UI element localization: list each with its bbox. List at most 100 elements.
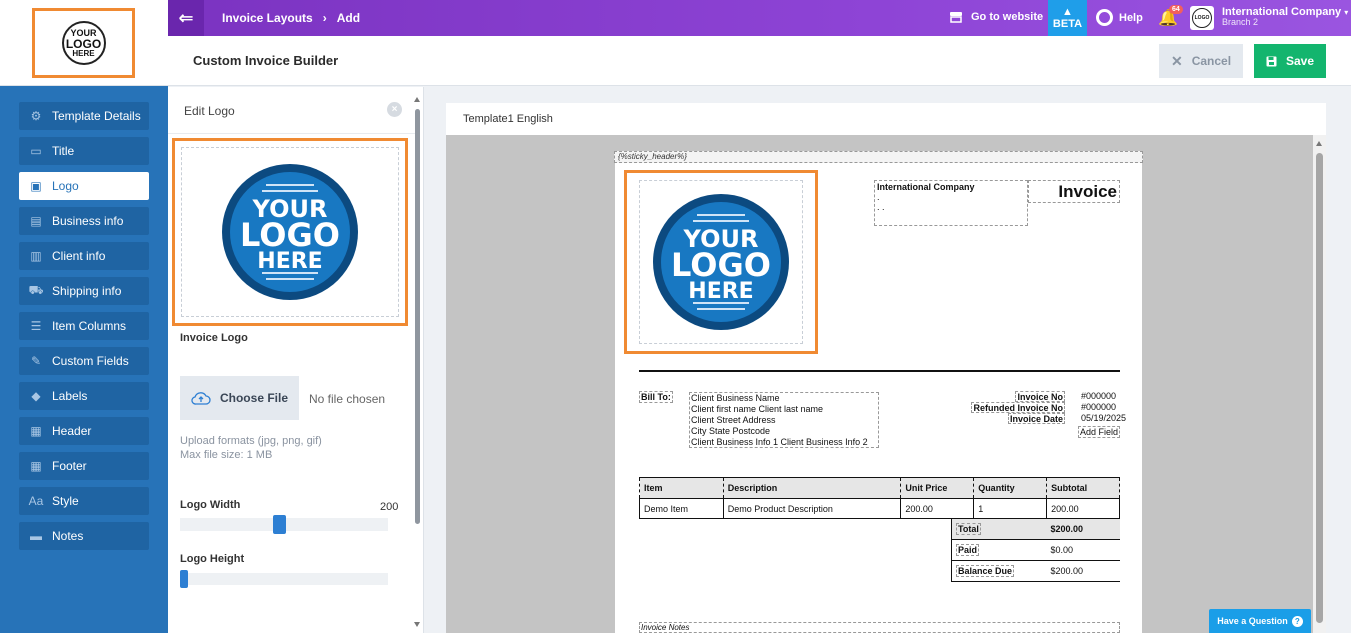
go-to-website-link[interactable]: Go to website [949, 11, 1043, 23]
help-label: Help [1119, 11, 1143, 24]
top-bar: ⇐ Invoice Layouts › Add Go to website ▲ … [168, 0, 1351, 36]
close-panel-icon[interactable]: × [387, 102, 402, 117]
edit-logo-panel: Edit Logo × YOUR LOGO HERE Invoice Logo … [168, 87, 424, 633]
sidebar-item-label: Item Columns [52, 319, 127, 333]
column-header[interactable]: Item [639, 477, 724, 499]
preview-canvas: {%sticky_header%} YOUR LOGO HERE Interna… [446, 135, 1326, 633]
totals-value: $0.00 [1046, 539, 1120, 561]
sidebar-item-style[interactable]: Aa Style [19, 487, 149, 515]
template-preview: Template1 English {%sticky_header%} YOUR… [446, 103, 1326, 633]
company-avatar[interactable]: LOGO [1190, 6, 1214, 30]
logo-image: YOUR LOGO HERE [61, 21, 106, 65]
sidebar-item-logo[interactable]: ▣ Logo [19, 172, 149, 200]
choose-file-button[interactable]: Choose File [180, 376, 299, 420]
business-info-block[interactable]: International Company . . . [874, 180, 1028, 226]
lifebuoy-icon [1096, 9, 1113, 26]
client-line: City State Postcode [691, 426, 771, 436]
help-button[interactable]: Help [1096, 9, 1143, 26]
totals-label[interactable]: Total [956, 523, 981, 535]
invoice-logo-block[interactable]: YOUR LOGO HERE [624, 170, 818, 354]
sidebar-item-labels[interactable]: ◆ Labels [19, 382, 149, 410]
have-a-question-button[interactable]: Have a Question ? [1209, 609, 1311, 633]
meta-label[interactable]: Invoice No [1015, 391, 1065, 402]
image-icon: ▣ [30, 179, 42, 193]
question-mark-icon: ? [1291, 615, 1303, 627]
add-field-button[interactable]: Add Field [1077, 426, 1120, 438]
storefront-icon [950, 12, 962, 23]
totals-value: $200.00 [1046, 560, 1120, 582]
choose-file-label: Choose File [219, 391, 288, 405]
app-logo[interactable]: YOUR LOGO HERE [32, 8, 135, 78]
items-table: Item Description Unit Price Quantity Subtota… [639, 477, 1120, 519]
table-cell: 1 [973, 498, 1048, 519]
logo-width-value: 200 [380, 501, 399, 513]
column-header[interactable]: Quantity [973, 477, 1048, 499]
save-button[interactable]: Save [1254, 44, 1326, 78]
sidebar-item-template-details[interactable]: ⚙ Template Details [19, 102, 149, 130]
invoice-logo-label: Invoice Logo [180, 332, 248, 344]
table-row: Demo Item Demo Product Description 200.00 1… [639, 498, 1120, 519]
meta-label[interactable]: Refunded Invoice No [971, 402, 1065, 413]
logo-width-slider-handle[interactable] [273, 515, 286, 534]
bill-to-label[interactable]: Bill To: [639, 391, 673, 403]
column-header[interactable]: Subtotal [1046, 477, 1120, 499]
branch-name: Branch 2 [1222, 17, 1259, 28]
logo-height-slider-handle[interactable] [180, 570, 188, 588]
svg-text:HERE: HERE [257, 249, 322, 274]
file-status: No file chosen [309, 392, 386, 406]
sidebar-item-footer[interactable]: ▦ Footer [19, 452, 149, 480]
company-switcher[interactable]: International Company ▾ Branch 2 [1222, 6, 1348, 28]
header-rule [639, 370, 1120, 372]
sidebar-item-notes[interactable]: ▬ Notes [19, 522, 149, 550]
totals-row: Paid $0.00 [951, 539, 1120, 561]
table-cell: Demo Product Description [722, 498, 902, 519]
window-icon: ▭ [30, 144, 42, 158]
template-title: Template1 English [463, 113, 553, 125]
id-card-icon: ▥ [30, 249, 42, 263]
sidebar-item-shipping-info[interactable]: ⛟ Shipping info [19, 277, 149, 305]
logo-width-slider[interactable] [180, 515, 388, 534]
cancel-button[interactable]: ✕ Cancel [1159, 44, 1243, 78]
upload-hint: Upload formats (jpg, png, gif) Max file … [180, 434, 322, 462]
chat-icon: ▬ [30, 529, 42, 543]
scrollbar-thumb[interactable] [415, 109, 420, 524]
canvas-scrollbar[interactable] [1313, 135, 1326, 633]
logo-width-label: Logo Width [180, 499, 241, 511]
sidebar-item-item-columns[interactable]: ☰ Item Columns [19, 312, 149, 340]
sidebar-item-custom-fields[interactable]: ✎ Custom Fields [19, 347, 149, 375]
client-line: Client first name Client last name [691, 404, 824, 414]
sidebar-item-label: Logo [52, 179, 79, 193]
invoice-notes-block[interactable]: Invoice Notes [639, 622, 1120, 633]
breadcrumb-invoice-layouts[interactable]: Invoice Layouts [222, 11, 313, 25]
invoice-title[interactable]: Invoice [1028, 180, 1120, 203]
meta-row: Invoice Date 05/19/2025 [945, 413, 1126, 424]
breadcrumb: Invoice Layouts › Add [222, 11, 360, 25]
client-info-block[interactable]: Client Business Name Client first name Cl… [689, 392, 879, 448]
beta-button[interactable]: ▲ BETA [1048, 0, 1087, 36]
canvas-scroll-up-icon[interactable] [1316, 141, 1322, 146]
sticky-header-placeholder[interactable]: {%sticky_header%} [614, 151, 1143, 163]
scroll-down-icon[interactable] [414, 622, 420, 627]
business-name: International Company [877, 182, 975, 192]
sidebar-item-title[interactable]: ▭ Title [19, 137, 149, 165]
panel-scrollbar[interactable] [414, 97, 420, 627]
column-header[interactable]: Description [722, 477, 902, 499]
logo-height-label: Logo Height [180, 553, 245, 565]
totals-label-cell: Paid [951, 539, 1047, 561]
totals-label[interactable]: Paid [956, 544, 980, 556]
scroll-up-icon[interactable] [414, 97, 420, 102]
column-header[interactable]: Unit Price [900, 477, 975, 499]
totals-label[interactable]: Balance Due [956, 565, 1015, 577]
logo-preview[interactable]: YOUR LOGO HERE [172, 138, 408, 326]
sidebar-item-header[interactable]: ▦ Header [19, 417, 149, 445]
canvas-scrollbar-thumb[interactable] [1316, 153, 1323, 623]
client-line: Client Business Info 1 Client Business I… [691, 437, 868, 447]
back-arrow-icon[interactable]: ⇐ [168, 0, 204, 36]
company-logo-image: LOGO [1192, 8, 1212, 28]
table-cell: 200.00 [900, 498, 975, 519]
meta-label[interactable]: Invoice Date [1007, 413, 1065, 424]
logo-height-slider[interactable] [180, 570, 388, 588]
sidebar-item-business-info[interactable]: ▤ Business info [19, 207, 149, 235]
sidebar-item-client-info[interactable]: ▥ Client info [19, 242, 149, 270]
notification-badge: 64 [1169, 5, 1183, 14]
